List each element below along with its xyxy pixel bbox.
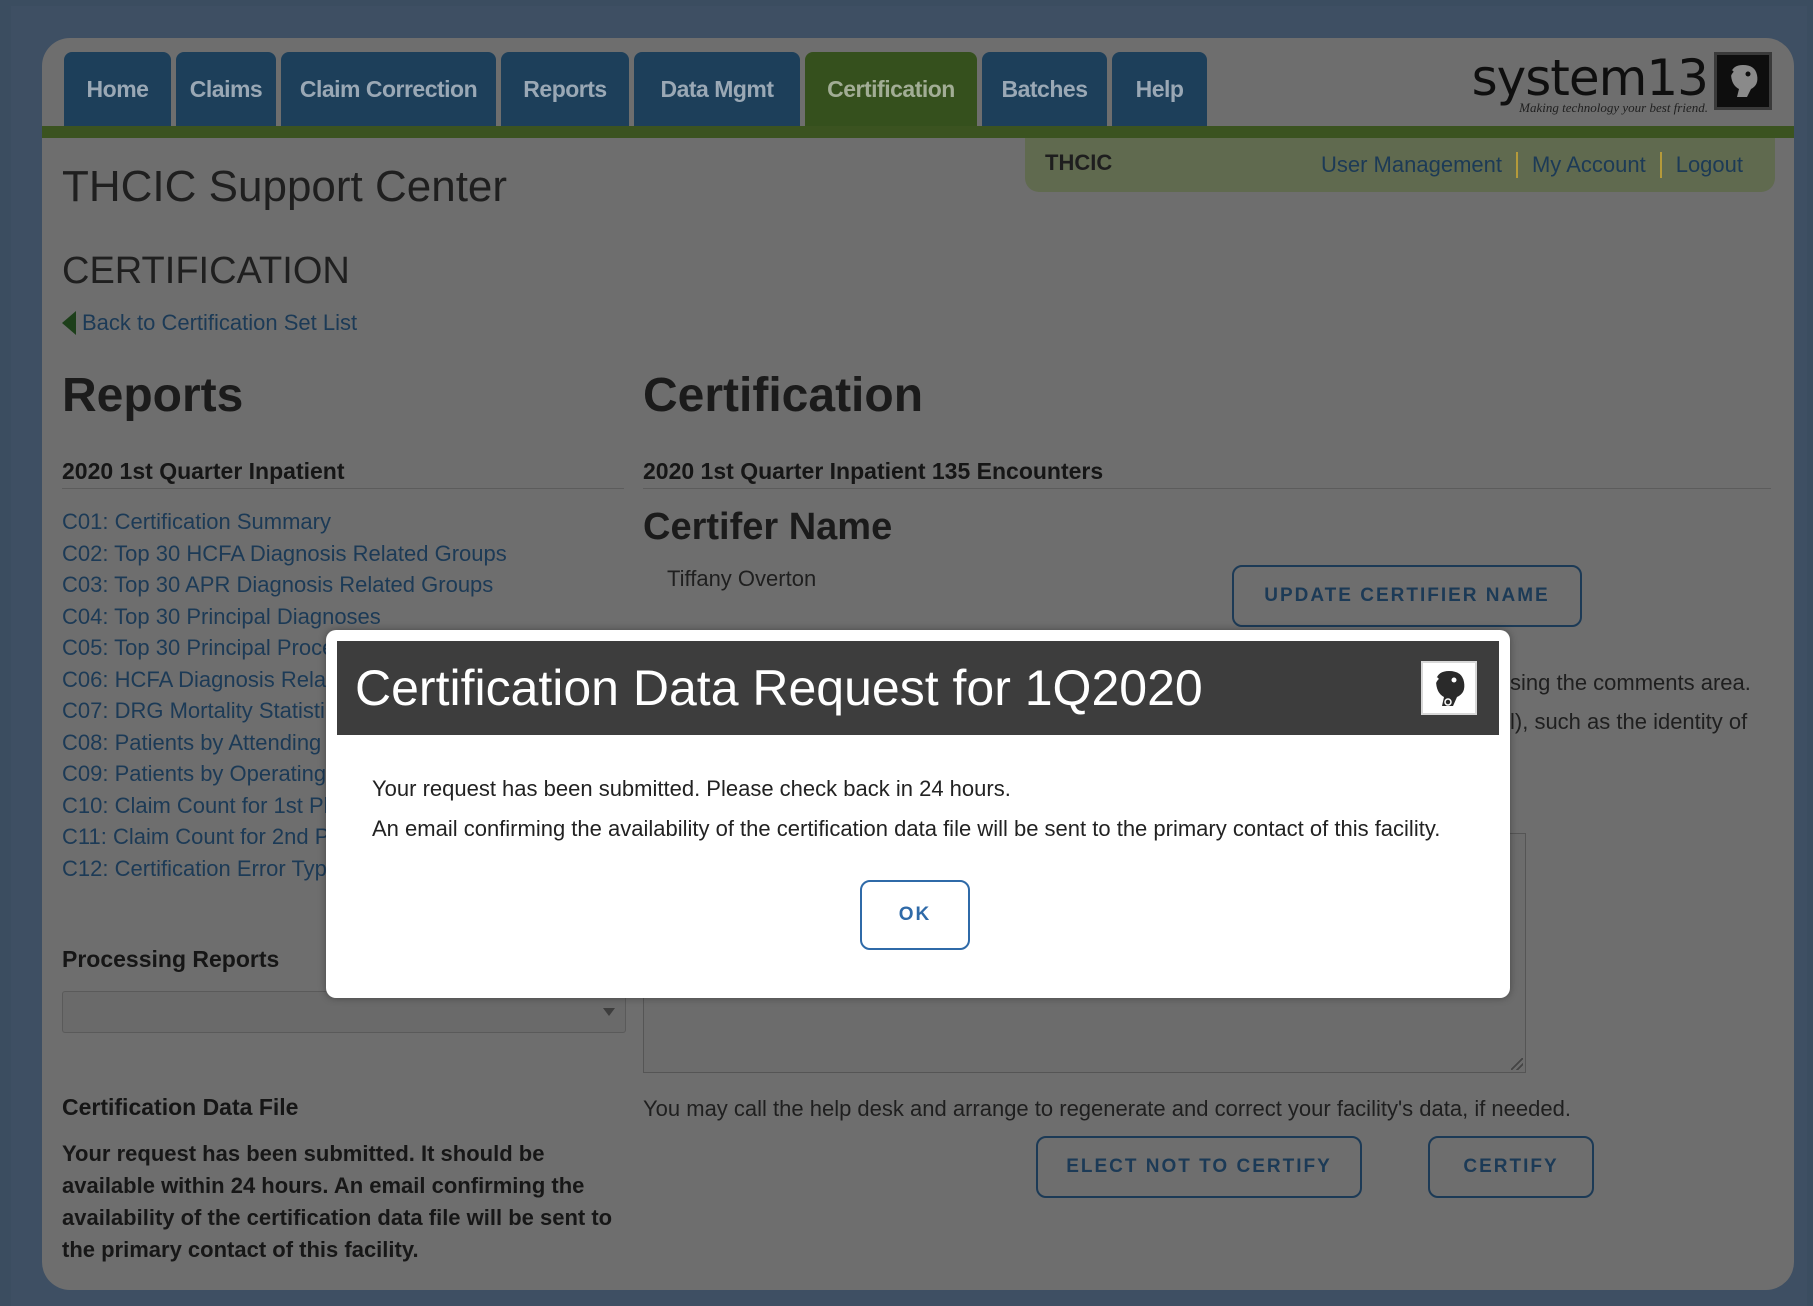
certify-button[interactable]: CERTIFY xyxy=(1428,1136,1594,1198)
dialog-header: Certification Data Request for 1Q2020 xyxy=(337,641,1499,735)
ok-button[interactable]: OK xyxy=(860,880,970,950)
reports-divider xyxy=(62,488,624,489)
dog-icon xyxy=(1421,661,1477,715)
tab-help[interactable]: Help xyxy=(1112,52,1207,126)
arrow-left-icon xyxy=(62,311,76,335)
instructions-fragment-1: sing the comments area. xyxy=(1510,670,1751,695)
account-bar: THCIC User Management My Account Logout xyxy=(1025,138,1775,192)
resize-grip-icon[interactable] xyxy=(1511,1058,1523,1070)
report-link-c02[interactable]: C02: Top 30 HCFA Diagnosis Related Group… xyxy=(62,538,662,570)
user-management-link[interactable]: User Management xyxy=(1307,152,1516,178)
tab-claims[interactable]: Claims xyxy=(176,52,276,126)
certification-request-dialog: Certification Data Request for 1Q2020 Yo… xyxy=(326,630,1510,998)
data-file-heading: Certification Data File xyxy=(62,1094,299,1120)
back-to-certification-link[interactable]: Back to Certification Set List xyxy=(62,310,357,336)
tab-claim-correction[interactable]: Claim Correction xyxy=(281,52,496,126)
tab-reports[interactable]: Reports xyxy=(501,52,629,126)
data-file-message: Your request has been submitted. It shou… xyxy=(62,1141,613,1262)
dog-icon xyxy=(1714,52,1772,110)
processing-reports-heading: Processing Reports xyxy=(62,946,280,972)
org-name: THCIC xyxy=(1045,150,1113,175)
reports-subheading: 2020 1st Quarter Inpatient xyxy=(62,458,345,484)
dialog-message-line-1: Your request has been submitted. Please … xyxy=(372,776,1011,801)
logo-wordmark: system13 xyxy=(1471,49,1709,107)
certifier-heading: Certifer Name xyxy=(643,506,893,548)
certifier-name: Tiffany Overton xyxy=(667,566,817,591)
certification-heading: Certification xyxy=(643,369,924,422)
instructions-fragment-2: l), such as the identity of xyxy=(1510,709,1748,734)
reports-heading: Reports xyxy=(62,369,244,422)
logout-link[interactable]: Logout xyxy=(1659,152,1757,178)
report-link-c04[interactable]: C04: Top 30 Principal Diagnoses xyxy=(62,601,662,633)
my-account-link[interactable]: My Account xyxy=(1515,152,1660,178)
certification-divider xyxy=(643,488,1771,489)
help-desk-text: You may call the help desk and arrange t… xyxy=(643,1096,1571,1121)
nav-underline-bar xyxy=(42,126,1794,138)
update-certifier-name-button[interactable]: UPDATE CERTIFIER NAME xyxy=(1232,565,1582,627)
report-link-c01[interactable]: C01: Certification Summary xyxy=(62,506,662,538)
chevron-down-icon xyxy=(603,1008,615,1016)
account-links: User Management My Account Logout xyxy=(1307,152,1757,178)
main-nav: Home Claims Claim Correction Reports Dat… xyxy=(64,52,1207,126)
tab-batches[interactable]: Batches xyxy=(982,52,1107,126)
logo-text: system13 Making technology your best fri… xyxy=(1471,49,1709,116)
tab-certification[interactable]: Certification xyxy=(805,52,977,126)
system13-logo[interactable]: system13 Making technology your best fri… xyxy=(1472,52,1772,116)
certification-subheading: 2020 1st Quarter Inpatient 135 Encounter… xyxy=(643,458,1104,484)
dialog-title: Certification Data Request for 1Q2020 xyxy=(355,660,1203,716)
tab-home[interactable]: Home xyxy=(64,52,171,126)
dialog-message-line-2: An email confirming the availability of … xyxy=(372,816,1441,841)
tab-data-mgmt[interactable]: Data Mgmt xyxy=(634,52,800,126)
report-link-c03[interactable]: C03: Top 30 APR Diagnosis Related Groups xyxy=(62,569,662,601)
back-link-label: Back to Certification Set List xyxy=(82,310,358,335)
site-title: THCIC Support Center xyxy=(62,162,508,211)
elect-not-to-certify-button[interactable]: ELECT NOT TO CERTIFY xyxy=(1036,1136,1362,1198)
section-title: CERTIFICATION xyxy=(62,250,350,292)
